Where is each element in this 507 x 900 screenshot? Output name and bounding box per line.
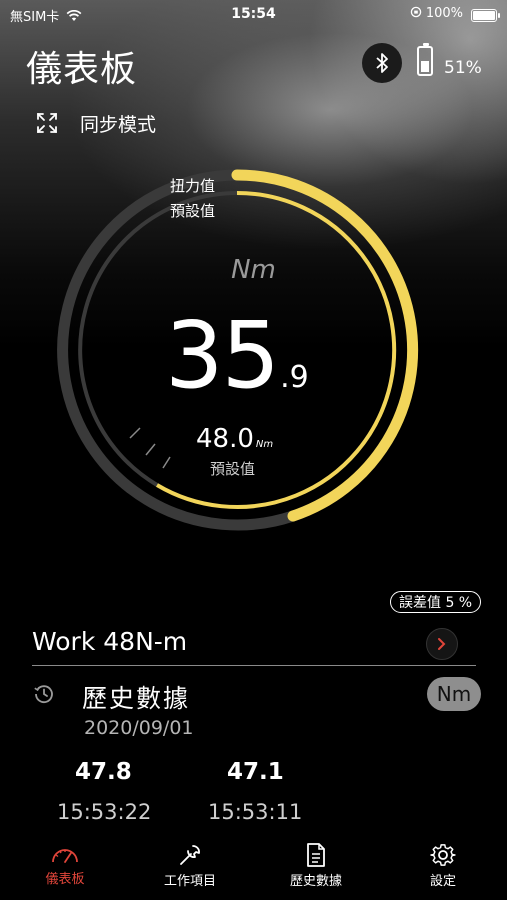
tab-history[interactable]: 歷史數據 (266, 838, 366, 889)
history-record-time: 15:53:11 (208, 800, 303, 824)
tolerance-badge[interactable]: 誤差值 5 % (390, 591, 482, 613)
expand-icon (37, 113, 57, 133)
torque-label: 扭力值 (170, 177, 216, 195)
work-item-name[interactable]: Work 48N-m (32, 627, 187, 656)
wrench-icon (180, 845, 200, 865)
device-battery-icon (417, 43, 433, 76)
device-battery-percent: 51% (444, 58, 482, 78)
gauge-ticks (129, 427, 171, 469)
tab-history-label: 歷史數據 (289, 874, 342, 889)
status-battery-text: 100% (410, 6, 463, 24)
preset-value-unit: Nm (255, 439, 274, 450)
preset-label: 預設值 (170, 202, 216, 220)
history-title: 歷史數據 (82, 684, 191, 713)
tab-work-items-label: 工作項目 (163, 874, 216, 889)
gauge-icon (52, 849, 78, 863)
history-date: 2020/09/01 (84, 717, 194, 739)
history-record-time: 15:53:22 (57, 800, 152, 824)
document-icon (307, 843, 325, 867)
tab-dashboard[interactable]: 儀表板 (15, 838, 115, 887)
work-item-next-button[interactable] (426, 628, 458, 660)
tab-settings[interactable]: 設定 (393, 838, 493, 889)
history-unit-toggle[interactable]: Nm (427, 677, 481, 711)
orientation-lock-icon (410, 6, 422, 18)
chevron-right-icon (438, 638, 446, 650)
tab-work-items[interactable]: 工作項目 (140, 838, 240, 889)
tab-settings-label: 設定 (429, 874, 456, 889)
status-battery-icon (471, 9, 500, 22)
clock-history-icon (34, 685, 53, 704)
history-icon (33, 683, 55, 705)
page-title: 儀表板 (26, 49, 138, 90)
preset-value: 48.0 Nm (196, 424, 273, 454)
history-record-value: 47.8 (75, 759, 132, 785)
gear-icon (430, 844, 456, 866)
divider (32, 665, 476, 666)
bluetooth-icon (376, 53, 388, 73)
torque-reading-decimal: .9 (280, 360, 309, 395)
sync-mode-icon[interactable] (36, 112, 58, 134)
bluetooth-button[interactable] (362, 43, 402, 83)
history-record-value: 47.1 (227, 759, 284, 785)
sync-mode-label[interactable]: 同步模式 (80, 110, 156, 137)
torque-reading-integer: 35 (165, 302, 280, 409)
tab-dashboard-label: 儀表板 (45, 872, 85, 887)
tab-bar: 儀表板 工作項目 歷史數據 設定 (0, 838, 507, 900)
preset-caption: 預設值 (210, 460, 256, 478)
gauge-unit: Nm (231, 255, 276, 285)
torque-reading: 35.9 (165, 302, 309, 409)
preset-value-number: 48.0 (196, 424, 254, 454)
